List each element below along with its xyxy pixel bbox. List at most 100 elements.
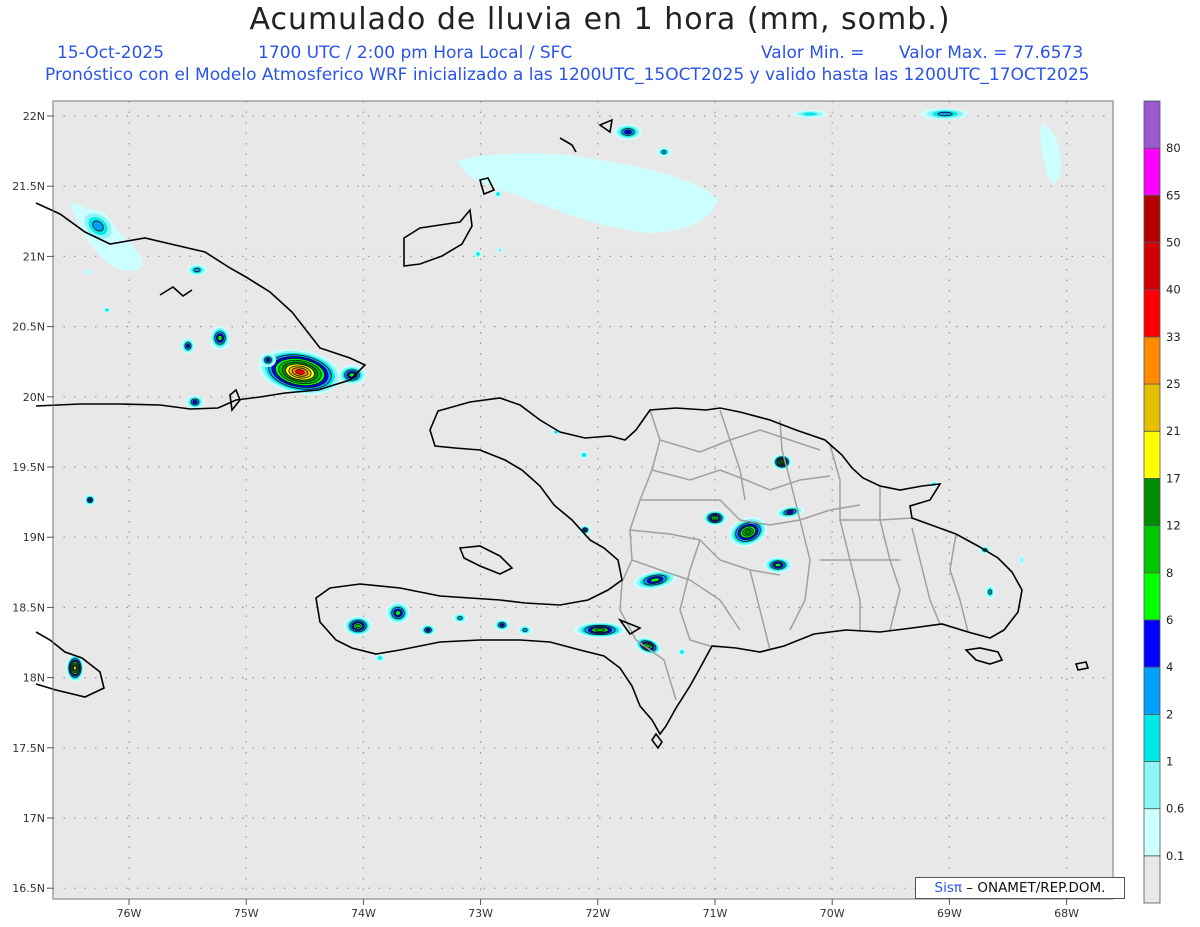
legend-label: 1 (1166, 754, 1173, 768)
lat-tick-label: 20N (23, 391, 45, 404)
legend-label: 40 (1166, 283, 1181, 297)
rain-contour (780, 460, 784, 464)
rain-cell (260, 353, 276, 367)
legend-label: 12 (1166, 519, 1181, 533)
rain-contour (457, 616, 463, 620)
legend-label: 21 (1166, 424, 1181, 438)
map-background (53, 101, 1113, 899)
rain-cell (375, 654, 385, 662)
rain-contour (937, 111, 953, 117)
legend-swatch (1143, 666, 1161, 715)
rain-cell (186, 395, 204, 409)
rain-cell (497, 247, 503, 253)
rain-contour (624, 129, 632, 135)
rain-cell (703, 510, 727, 526)
rain-contour (88, 498, 92, 502)
rain-contour (498, 248, 502, 252)
rainfall-map: 22N 21.5N 21N 20.5N 20N 19.5N 19N 18.5N 18N 17.5N… (12, 100, 1184, 920)
rain-contour (192, 399, 198, 405)
legend-swatch (1143, 336, 1161, 385)
rain-cell (764, 557, 792, 573)
lat-tick-label: 19N (23, 531, 45, 544)
rain-cell (181, 338, 195, 354)
rain-cell (579, 451, 589, 459)
rain-cell (985, 585, 995, 599)
rain-cell (518, 625, 532, 635)
rain-contour (105, 308, 109, 312)
rain-cell (453, 613, 467, 623)
legend-swatch (1143, 194, 1161, 243)
lat-tick-label: 17.5N (12, 742, 45, 755)
legend-label: 33 (1166, 330, 1181, 344)
rain-contour (582, 453, 586, 457)
rain-contour (378, 656, 382, 660)
lon-tick-label: 71W (703, 907, 728, 920)
rain-contour (185, 343, 191, 349)
rain-contour (594, 628, 606, 632)
legend-swatch (1143, 525, 1161, 574)
legend-label: 0.1 (1166, 849, 1184, 863)
legend-swatch (1143, 383, 1161, 432)
rain-contour (193, 267, 201, 273)
rain-contour (661, 150, 667, 154)
rain-contour (395, 610, 401, 616)
rain-cell (386, 602, 410, 624)
rain-contour (1020, 557, 1024, 563)
lon-tick-label: 75W (234, 907, 259, 920)
rain-cell (210, 326, 230, 350)
rain-contour (522, 628, 528, 632)
credit-text: – ONAMET/REP.DOM. (966, 880, 1106, 896)
rain-cell (772, 454, 792, 470)
legend-label: 17 (1166, 471, 1181, 485)
legend-swatch (1143, 430, 1161, 479)
rain-contour (355, 623, 361, 629)
rain-contour (988, 589, 992, 595)
legend-swatch (1143, 147, 1161, 196)
lon-tick-label: 70W (820, 907, 845, 920)
rain-contour (496, 192, 500, 196)
rain-cell (1019, 555, 1025, 565)
lat-tick-label: 18N (23, 672, 45, 685)
rain-cell (420, 624, 436, 636)
rain-cell (187, 264, 207, 276)
lon-tick-label: 68W (1054, 907, 1079, 920)
lat-tick-label: 20.5N (12, 321, 45, 334)
legend-swatch (1143, 808, 1161, 857)
legend-swatch (1143, 572, 1161, 621)
lat-tick-label: 16.5N (12, 882, 45, 895)
lon-tick-label: 76W (117, 907, 142, 920)
rain-contour (265, 357, 271, 363)
rain-cell (574, 622, 626, 638)
credit-pi-icon: π (953, 880, 962, 896)
rain-cell (344, 616, 372, 636)
lon-tick-label: 69W (937, 907, 962, 920)
legend-swatch (1143, 619, 1161, 668)
legend-swatch (1143, 100, 1161, 149)
legend-label: 80 (1166, 141, 1181, 155)
lat-tick-label: 21N (23, 250, 45, 263)
rain-contour (680, 650, 684, 654)
rain-cell (103, 307, 111, 313)
rain-contour (712, 516, 718, 520)
lon-tick-label: 72W (585, 907, 610, 920)
legend-label: 25 (1166, 377, 1181, 391)
lat-tick-label: 21.5N (12, 180, 45, 193)
lat-tick-label: 19.5N (12, 461, 45, 474)
rain-cell (494, 190, 502, 198)
lon-tick-label: 74W (351, 907, 376, 920)
rain-contour (774, 562, 782, 568)
legend-swatch (1143, 242, 1161, 291)
lat-tick-label: 17N (23, 812, 45, 825)
rain-contour (583, 528, 587, 532)
lon-tick-label: 73W (468, 907, 493, 920)
rain-contour (499, 623, 505, 627)
legend-swatch (1143, 713, 1161, 762)
rain-cell (84, 494, 96, 506)
rain-contour (476, 252, 480, 256)
legend-label: 6 (1166, 613, 1173, 627)
credit-box: Sisπ – ONAMET/REP.DOM. (915, 877, 1125, 899)
rain-contour (802, 112, 818, 116)
rain-cell (792, 110, 828, 118)
rain-contour (86, 270, 90, 274)
legend-swatch (1143, 478, 1161, 526)
